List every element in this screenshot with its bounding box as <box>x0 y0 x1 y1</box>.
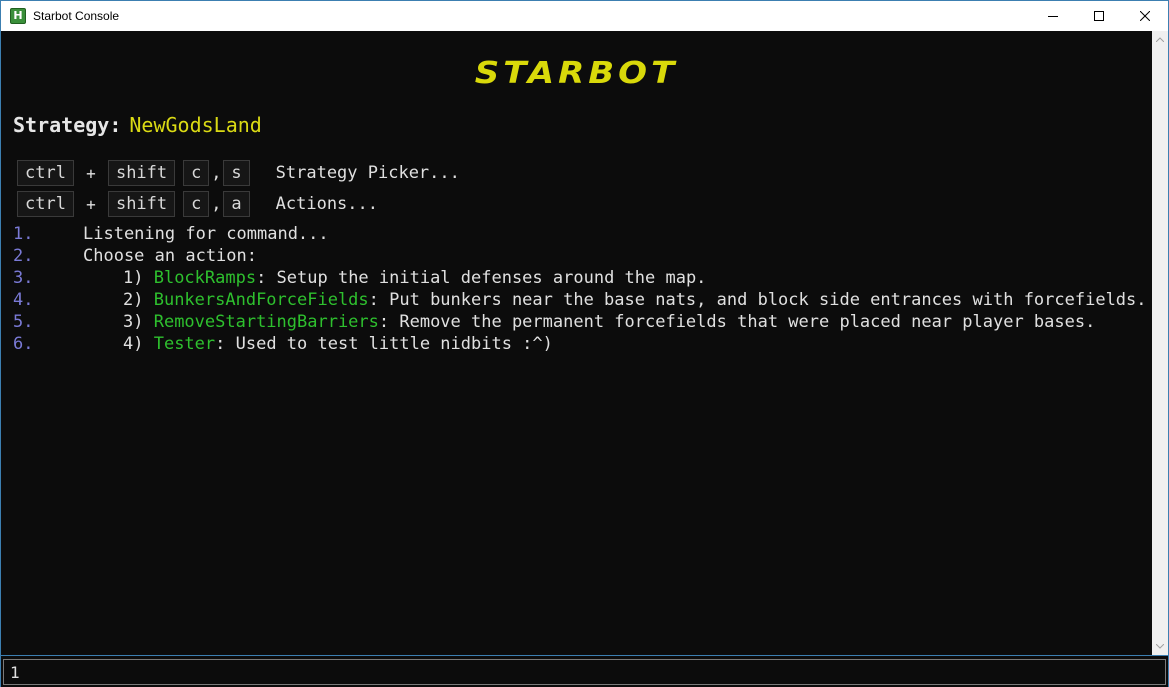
line-text: : Put bunkers near the base nats, and bl… <box>368 290 1147 310</box>
output-line: 1. Listening for command... <box>13 223 1147 245</box>
starbot-banner: STARBOT <box>1 53 1152 93</box>
hotkey-description: Strategy Picker... <box>275 163 460 183</box>
strategy-row: Strategy: NewGodsLand <box>13 113 262 137</box>
line-number: 5. <box>13 312 34 332</box>
console-window: H Starbot Console STARBOT Strategy: NewGo… <box>0 0 1169 687</box>
command-input[interactable] <box>3 659 1166 685</box>
hotkey-description: Actions... <box>275 194 378 214</box>
line-number: 4. <box>13 290 34 310</box>
output-lines: 1. Listening for command... 2. Choose an a… <box>13 223 1147 355</box>
option-number: 4) <box>123 334 154 354</box>
line-text: Choose an action: <box>83 246 257 266</box>
console-output-area: STARBOT Strategy: NewGodsLand ctrl + shif… <box>1 31 1152 655</box>
line-number: 6. <box>13 334 34 354</box>
scroll-down-button[interactable] <box>1152 638 1168 655</box>
app-icon: H <box>10 8 26 24</box>
command-input-bar <box>1 655 1168 687</box>
minimize-button[interactable] <box>1030 1 1076 31</box>
hotkey-actions: ctrl + shift c , a Actions... <box>17 191 378 217</box>
key-ctrl: ctrl <box>17 160 74 186</box>
output-line: 2. Choose an action: <box>13 245 1147 267</box>
scroll-up-arrow-icon <box>1156 37 1164 42</box>
command-name: BlockRamps <box>153 268 257 288</box>
vertical-scrollbar[interactable] <box>1152 31 1168 655</box>
scroll-down-arrow-icon <box>1156 644 1164 649</box>
key-ctrl: ctrl <box>17 191 74 217</box>
option-number: 1) <box>123 268 154 288</box>
plus-sign: + <box>86 163 96 183</box>
close-icon <box>1140 11 1150 21</box>
key-shift: shift <box>107 160 176 186</box>
close-button[interactable] <box>1122 1 1168 31</box>
scroll-up-button[interactable] <box>1152 31 1168 48</box>
output-line: 5. 3) RemoveStartingBarriers: Remove the … <box>13 311 1147 333</box>
plus-sign: + <box>86 194 96 214</box>
strategy-value: NewGodsLand <box>129 113 262 137</box>
line-text: : Used to test little nidbits :^) <box>215 334 553 354</box>
key-s: s <box>223 160 250 186</box>
key-c: c <box>183 191 210 217</box>
comma: , <box>211 194 222 214</box>
comma: , <box>211 163 222 183</box>
line-number: 3. <box>13 268 34 288</box>
strategy-label: Strategy: <box>13 113 122 137</box>
line-text: : Setup the initial defenses around the … <box>256 268 707 288</box>
key-a: a <box>223 191 250 217</box>
command-name: RemoveStartingBarriers <box>153 312 379 332</box>
maximize-button[interactable] <box>1076 1 1122 31</box>
minimize-icon <box>1048 16 1058 17</box>
option-number: 2) <box>123 290 154 310</box>
key-shift: shift <box>107 191 176 217</box>
hotkey-strategy-picker: ctrl + shift c , s Strategy Picker... <box>17 160 460 186</box>
key-c: c <box>183 160 210 186</box>
command-name: BunkersAndForceFields <box>153 290 369 310</box>
output-line: 6. 4) Tester: Used to test little nidbits… <box>13 333 1147 355</box>
maximize-icon <box>1094 11 1104 21</box>
output-line: 4. 2) BunkersAndForceFields: Put bunkers … <box>13 289 1147 311</box>
command-name: Tester <box>153 334 216 354</box>
banner-text: STARBOT <box>474 55 679 91</box>
line-number: 1. <box>13 224 34 244</box>
output-line: 3. 1) BlockRamps: Setup the initial defen… <box>13 267 1147 289</box>
line-number: 2. <box>13 246 34 266</box>
line-text: : Remove the permanent forcefields that … <box>378 312 1096 332</box>
option-number: 3) <box>123 312 154 332</box>
title-bar[interactable]: H Starbot Console <box>1 1 1168 31</box>
window-title: Starbot Console <box>33 9 120 23</box>
line-text: Listening for command... <box>83 224 329 244</box>
